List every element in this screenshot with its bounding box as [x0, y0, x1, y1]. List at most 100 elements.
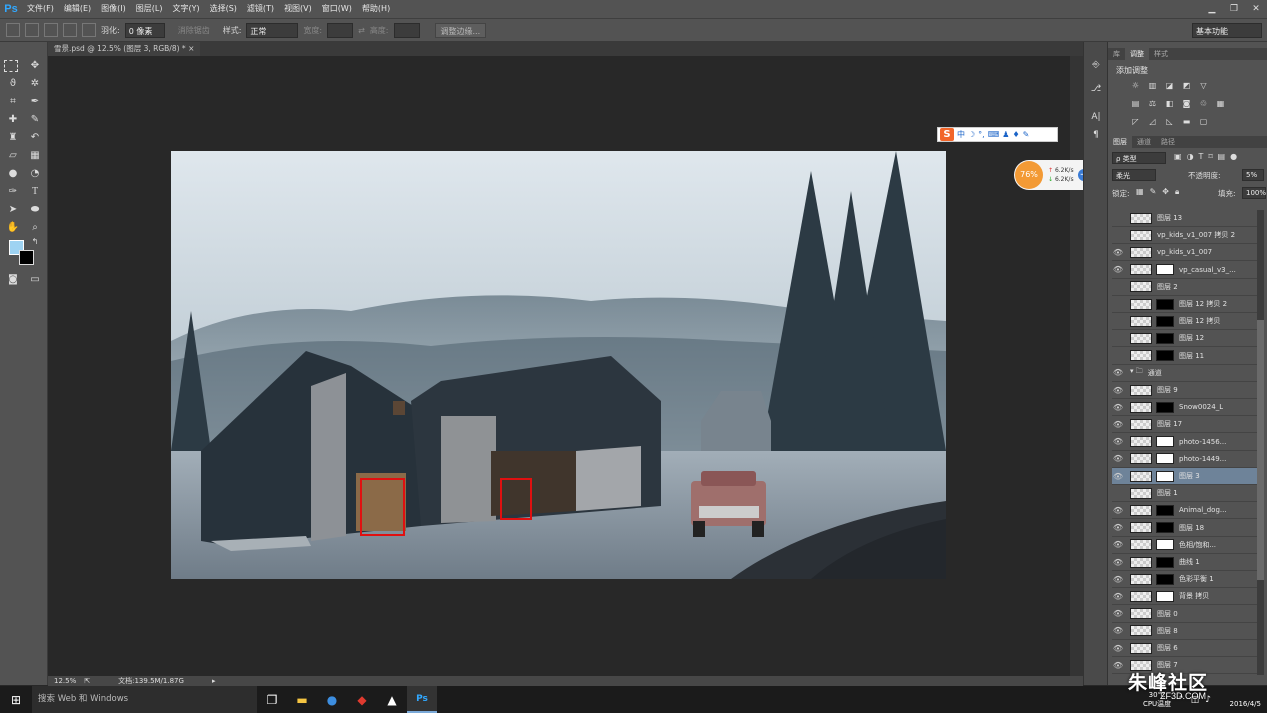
- path-select-icon[interactable]: ➤: [4, 202, 22, 218]
- filter-shape-icon[interactable]: ⌑: [1208, 152, 1212, 161]
- layer-row[interactable]: 👁︎ photo-1456...: [1112, 434, 1258, 451]
- curves-icon[interactable]: ◪: [1164, 80, 1175, 91]
- tab-channels[interactable]: 通道: [1132, 136, 1156, 148]
- menu-item[interactable]: 文件(F): [22, 0, 59, 18]
- layer-row[interactable]: 图层 1: [1112, 485, 1258, 503]
- exposure-icon[interactable]: ◩: [1181, 80, 1192, 91]
- layer-mask-thumbnail[interactable]: [1156, 556, 1174, 568]
- layer-visibility-icon[interactable]: 👁︎: [1112, 644, 1124, 653]
- filter-pixel-icon[interactable]: ▣: [1174, 152, 1182, 161]
- filter-adjust-icon[interactable]: ◑: [1187, 152, 1194, 161]
- blend-mode-select[interactable]: 柔光: [1112, 169, 1156, 181]
- tab-adjustments[interactable]: 调整: [1125, 48, 1149, 60]
- layer-row[interactable]: 👁︎ 图层 18: [1112, 520, 1258, 537]
- keyboard-icon[interactable]: ⌨: [988, 130, 1000, 139]
- layers-scrollbar[interactable]: [1257, 210, 1264, 675]
- photoshop-taskbar-icon[interactable]: Ps: [407, 686, 437, 713]
- layer-visibility-icon[interactable]: 👁︎: [1112, 609, 1124, 618]
- layer-row[interactable]: 👁︎ 色相/饱和...: [1112, 537, 1258, 554]
- channel-mixer-icon[interactable]: ♲: [1198, 98, 1209, 109]
- character-panel-icon[interactable]: A|: [1089, 112, 1103, 126]
- layer-visibility-icon[interactable]: 👁︎: [1112, 506, 1124, 515]
- folder-icon[interactable]: ▾ 🗀︎: [1130, 367, 1143, 378]
- layer-row[interactable]: 图层 12 拷贝 2: [1112, 296, 1258, 313]
- hand-tool-icon[interactable]: ✋: [4, 220, 22, 236]
- layer-mask-thumbnail[interactable]: [1156, 539, 1174, 551]
- new-selection-icon[interactable]: [25, 23, 39, 37]
- layer-row[interactable]: 图层 12 拷贝: [1112, 313, 1258, 331]
- layer-row[interactable]: 👁︎ Animal_dog...: [1112, 502, 1258, 520]
- sketchup-icon[interactable]: ◆: [347, 686, 377, 713]
- history-panel-icon[interactable]: ⎆: [1089, 60, 1103, 74]
- lock-move-icon[interactable]: ✥: [1162, 187, 1169, 197]
- menu-item[interactable]: 滤镜(T): [242, 0, 279, 18]
- marquee-tool-icon[interactable]: [4, 60, 18, 72]
- threshold-icon[interactable]: ◺: [1164, 116, 1175, 127]
- layer-row[interactable]: 👁︎ 图层 0: [1112, 606, 1258, 623]
- browser-icon[interactable]: ●: [317, 686, 347, 713]
- subtract-selection-icon[interactable]: [63, 23, 77, 37]
- layer-visibility-icon[interactable]: 👁︎: [1112, 386, 1124, 395]
- menu-item[interactable]: 图层(L): [131, 0, 168, 18]
- taskbar-search[interactable]: 搜索 Web 和 Windows: [32, 686, 257, 713]
- menu-item[interactable]: 帮助(H): [357, 0, 395, 18]
- filter-smart-icon[interactable]: ▤: [1218, 152, 1226, 161]
- history-brush-icon[interactable]: ↶: [26, 130, 44, 146]
- brightness-icon[interactable]: ☼: [1130, 80, 1141, 91]
- levels-icon[interactable]: ▥: [1147, 80, 1158, 91]
- punctuation-icon[interactable]: °,: [978, 130, 985, 139]
- healing-brush-icon[interactable]: ✚: [4, 112, 22, 128]
- layer-row[interactable]: 图层 12: [1112, 330, 1258, 348]
- layer-row[interactable]: 👁︎ 背景 拷贝: [1112, 588, 1258, 606]
- layer-visibility-icon[interactable]: 👁︎: [1112, 265, 1124, 274]
- ellipse-tool-icon[interactable]: ⬬: [26, 202, 44, 218]
- layer-mask-thumbnail[interactable]: [1156, 298, 1174, 310]
- color-lookup-icon[interactable]: ▦: [1215, 98, 1226, 109]
- blur-tool-icon[interactable]: ●: [4, 166, 22, 182]
- layer-row[interactable]: 图层 2: [1112, 279, 1258, 296]
- paragraph-panel-icon[interactable]: ¶: [1089, 130, 1103, 144]
- layer-mask-thumbnail[interactable]: [1156, 264, 1174, 276]
- layers-scroll-thumb[interactable]: [1257, 320, 1264, 580]
- layer-visibility-icon[interactable]: 👁︎: [1112, 248, 1124, 257]
- hue-saturation-icon[interactable]: ▤: [1130, 98, 1141, 109]
- layer-mask-thumbnail[interactable]: [1156, 401, 1174, 413]
- canvas-vertical-scrollbar[interactable]: [1070, 56, 1083, 676]
- layer-mask-thumbnail[interactable]: [1156, 470, 1174, 482]
- moon-icon[interactable]: ☽: [968, 130, 975, 139]
- layer-row[interactable]: 图层 11: [1112, 348, 1258, 365]
- swap-icon[interactable]: ⇄: [358, 26, 365, 35]
- layer-row[interactable]: 👁︎ vp_casual_v3_...: [1112, 262, 1258, 279]
- tab-layers[interactable]: 图层: [1108, 136, 1132, 148]
- background-color-swatch[interactable]: [19, 250, 34, 265]
- layer-row[interactable]: 👁︎ 图层 6: [1112, 640, 1258, 657]
- close-icon[interactable]: ✕: [1245, 0, 1267, 18]
- eraser-icon[interactable]: ▱: [4, 148, 22, 164]
- menu-item[interactable]: 图像(I): [96, 0, 131, 18]
- layer-mask-thumbnail[interactable]: [1156, 590, 1174, 602]
- workspace-select[interactable]: 基本功能: [1192, 23, 1262, 38]
- layer-visibility-icon[interactable]: 👁︎: [1112, 454, 1124, 463]
- lock-paint-icon[interactable]: ✎: [1150, 187, 1157, 197]
- gradient-icon[interactable]: ▦: [26, 148, 44, 164]
- layer-row[interactable]: vp_kids_v1_007 拷贝 2: [1112, 227, 1258, 245]
- layer-mask-thumbnail[interactable]: [1156, 315, 1174, 327]
- layer-mask-thumbnail[interactable]: [1156, 522, 1174, 534]
- layer-visibility-icon[interactable]: 👁︎: [1112, 540, 1124, 549]
- layer-visibility-icon[interactable]: 👁︎: [1112, 437, 1124, 446]
- quick-mask-icon[interactable]: ◙: [4, 272, 22, 288]
- layer-row[interactable]: 👁︎ 图层 3: [1112, 468, 1258, 485]
- layer-mask-thumbnail[interactable]: [1156, 350, 1174, 362]
- tab-library[interactable]: 库: [1108, 48, 1125, 60]
- layer-row[interactable]: 👁︎ 色彩平衡 1: [1112, 571, 1258, 589]
- crop-tool-icon[interactable]: ⌗: [4, 94, 22, 110]
- add-selection-icon[interactable]: [44, 23, 58, 37]
- color-balance-icon[interactable]: ⚖: [1147, 98, 1158, 109]
- layer-visibility-icon[interactable]: 👁︎: [1112, 575, 1124, 584]
- layer-row[interactable]: 👁︎ 图层 9: [1112, 382, 1258, 399]
- layer-row[interactable]: 👁︎ 曲线 1: [1112, 554, 1258, 571]
- lock-transparent-icon[interactable]: ▦: [1136, 187, 1144, 197]
- layer-visibility-icon[interactable]: 👁︎: [1112, 626, 1124, 635]
- photo-filter-icon[interactable]: ◙: [1181, 98, 1192, 109]
- layer-row[interactable]: 👁︎ vp_kids_v1_007: [1112, 244, 1258, 262]
